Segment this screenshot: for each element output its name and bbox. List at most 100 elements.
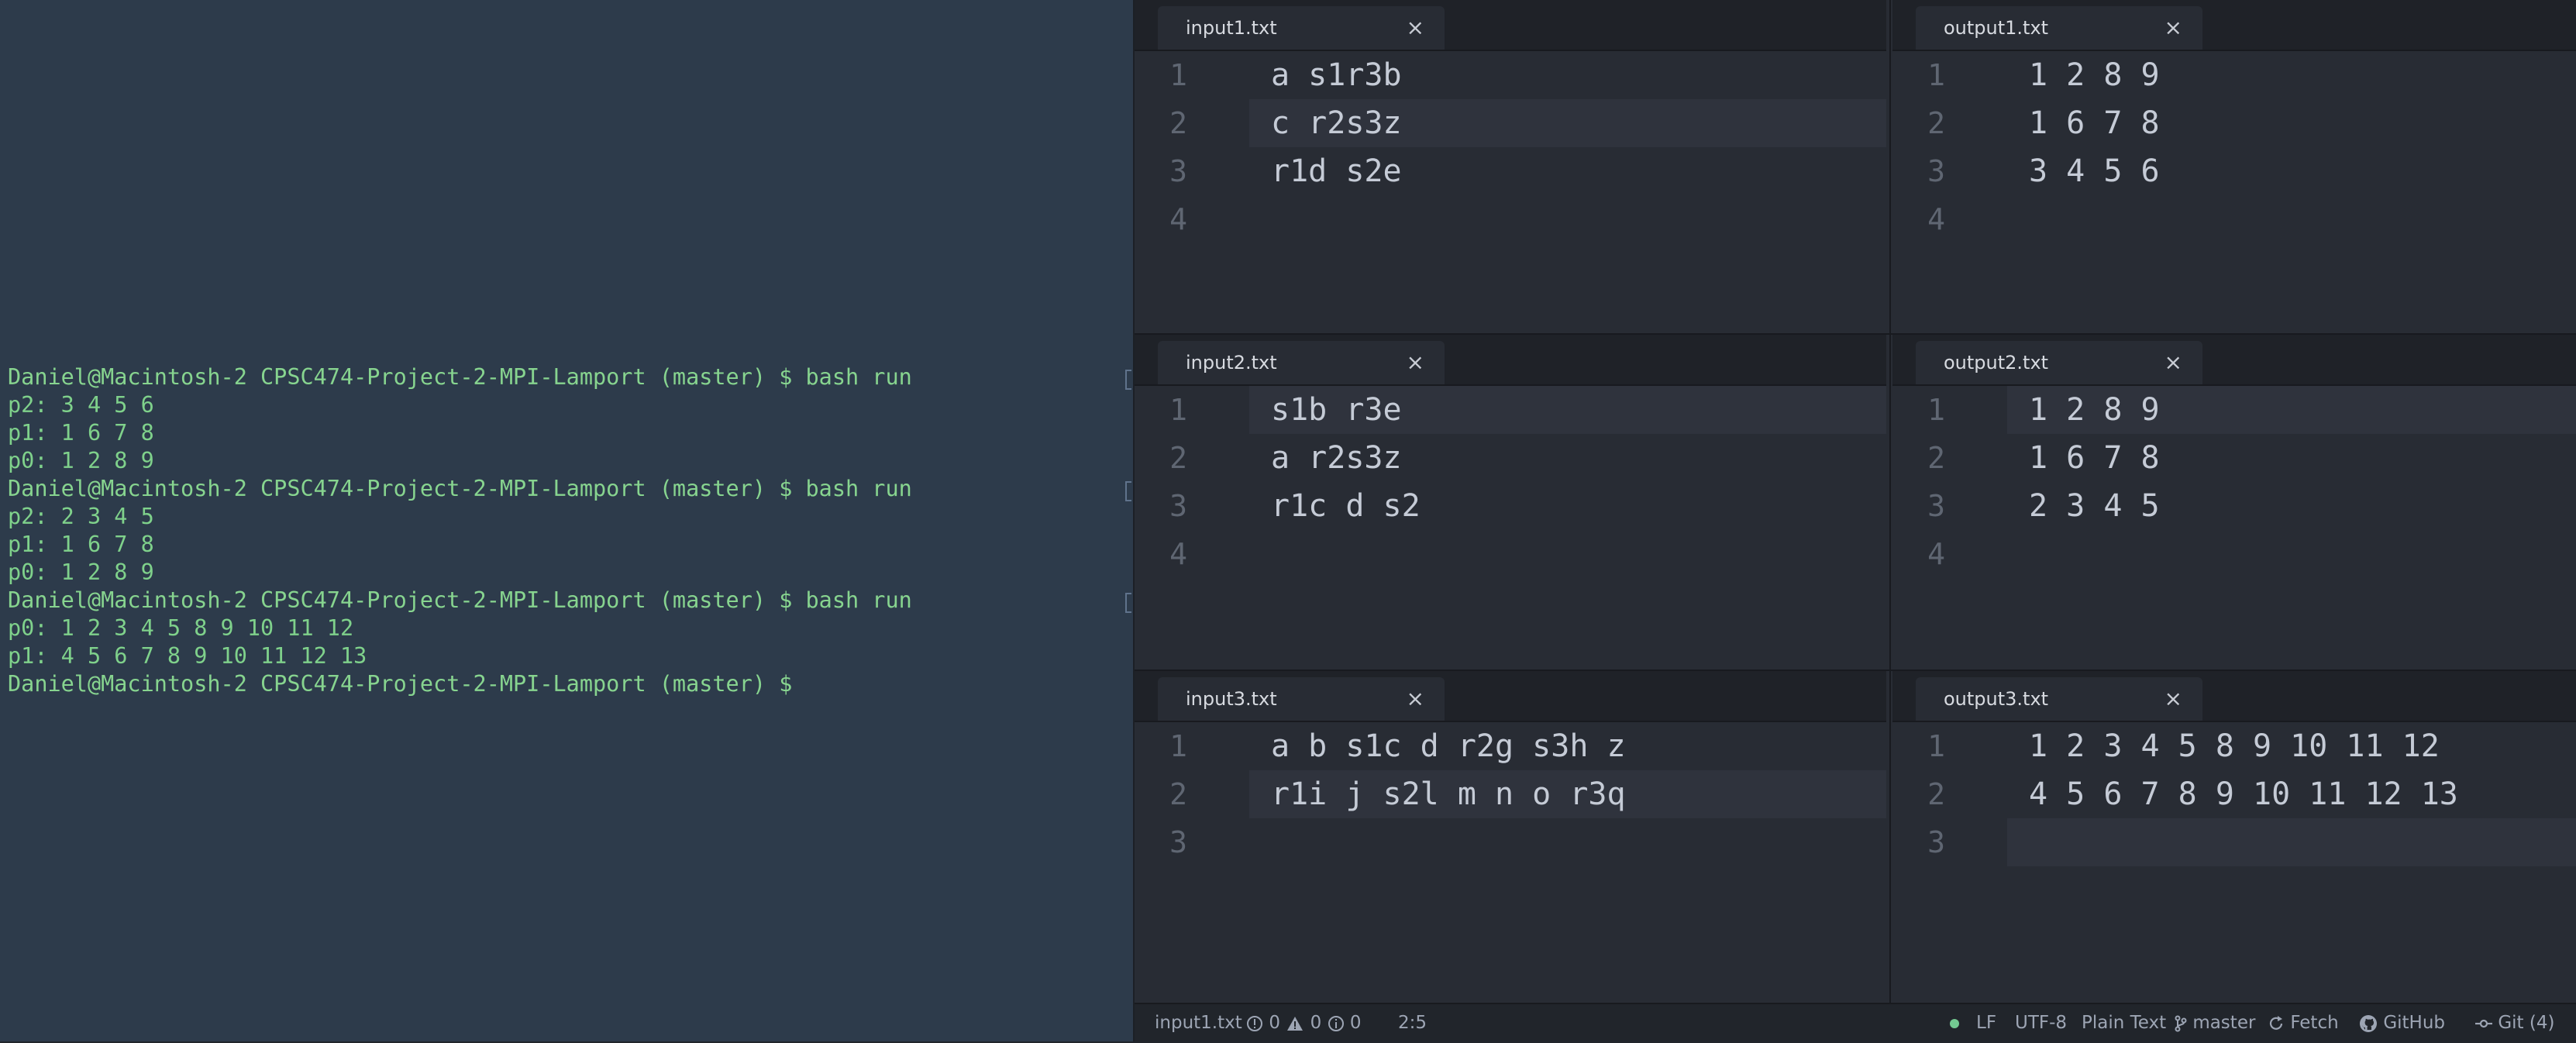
close-icon[interactable]: × xyxy=(1407,6,1424,50)
close-icon[interactable]: × xyxy=(1407,341,1424,384)
code-line[interactable]: 3 4 5 6 xyxy=(2007,147,2576,195)
code-line[interactable] xyxy=(1249,818,1886,866)
close-icon[interactable]: × xyxy=(2164,677,2182,721)
code-line[interactable]: a r2s3z xyxy=(1249,434,1886,482)
code-line[interactable]: a b s1c d r2g s3h z xyxy=(1249,722,1886,770)
tab-input2[interactable]: input2.txt × xyxy=(1158,341,1445,384)
sync-icon xyxy=(2269,1015,2283,1030)
line-number: 2 xyxy=(1169,777,1187,811)
tab-output3[interactable]: output3.txt × xyxy=(1916,677,2202,721)
tab-input1[interactable]: input1.txt × xyxy=(1158,6,1445,50)
code-line[interactable] xyxy=(1249,530,1886,578)
code-line[interactable] xyxy=(1249,195,1886,243)
terminal-line: p0: 1 2 8 9 xyxy=(8,448,154,473)
terminal-line: Daniel@Macintosh-2 CPSC474-Project-2-MPI… xyxy=(8,587,912,613)
code-line[interactable]: 2 3 4 5 xyxy=(2007,482,2576,530)
github-button[interactable]: GitHub xyxy=(2359,1004,2445,1041)
code-text: s1b r3e xyxy=(1271,392,1402,428)
tab-title: input1.txt xyxy=(1186,17,1277,39)
code-text: 1 2 8 9 xyxy=(2029,57,2160,93)
code-area[interactable]: s1b r3e a r2s3z r1c d s2 xyxy=(1249,386,1886,578)
close-icon[interactable]: × xyxy=(2164,341,2182,384)
github-icon xyxy=(2360,1014,2377,1032)
tab-output1[interactable]: output1.txt × xyxy=(1916,6,2202,50)
editor-pane-output2[interactable]: output2.txt × 1 2 3 4 1 2 8 9 1 6 7 8 2 … xyxy=(1892,335,2576,670)
editor-pane-input2[interactable]: input2.txt × 1 2 3 4 s1b r3e a r2s3z r1c… xyxy=(1135,335,1886,670)
code-line[interactable]: r1c d s2 xyxy=(1249,482,1886,530)
encoding-selector[interactable]: UTF-8 xyxy=(2015,1004,2067,1041)
code-line[interactable] xyxy=(2007,530,2576,578)
tab-bar: output2.txt × xyxy=(1892,335,2576,386)
line-number: 2 xyxy=(1169,106,1187,140)
code-line-current[interactable]: s1b r3e xyxy=(1249,386,1886,434)
warning-count: 0 xyxy=(1310,1013,1322,1033)
code-line-current[interactable] xyxy=(2007,818,2576,866)
code-line[interactable]: 4 5 6 7 8 9 10 11 12 13 xyxy=(2007,770,2576,818)
line-number: 4 xyxy=(1927,202,1945,236)
branch-name: master xyxy=(2192,1013,2256,1033)
terminal-line: p2: 2 3 4 5 xyxy=(8,504,154,529)
code-text: c r2s3z xyxy=(1271,105,1402,141)
code-text: a r2s3z xyxy=(1271,440,1402,476)
editor-pane-output1[interactable]: output1.txt × 1 2 3 4 1 2 8 9 1 6 7 8 3 … xyxy=(1892,0,2576,335)
editor-pane-output3[interactable]: output3.txt × 1 2 3 1 2 3 4 5 8 9 10 11 … xyxy=(1892,671,2576,1003)
code-text: 1 6 7 8 xyxy=(2029,105,2160,141)
editor-pane-input1[interactable]: input1.txt × 1 2 3 4 a s1r3b c r2s3z r1d… xyxy=(1135,0,1886,335)
code-line[interactable]: 1 6 7 8 xyxy=(2007,99,2576,147)
code-line-current[interactable]: c r2s3z xyxy=(1249,99,1886,147)
command-mark-icon xyxy=(1125,593,1131,613)
code-line[interactable]: 1 6 7 8 xyxy=(2007,434,2576,482)
code-text: 1 2 8 9 xyxy=(2029,392,2160,428)
line-number: 2 xyxy=(1169,441,1187,475)
code-line[interactable]: 1 2 3 4 5 8 9 10 11 12 xyxy=(2007,722,2576,770)
code-line[interactable]: r1d s2e xyxy=(1249,147,1886,195)
terminal-line: p1: 1 6 7 8 xyxy=(8,420,154,446)
tab-title: output3.txt xyxy=(1944,688,2049,710)
tab-output2[interactable]: output2.txt × xyxy=(1916,341,2202,384)
line-number: 1 xyxy=(1169,729,1187,763)
line-gutter: 1 2 3 4 xyxy=(1135,51,1228,243)
command-mark-icon xyxy=(1125,370,1131,390)
terminal-prompt-line[interactable]: Daniel@Macintosh-2 CPSC474-Project-2-MPI… xyxy=(0,670,1133,698)
line-ending-selector[interactable]: LF xyxy=(1976,1004,1996,1041)
code-line[interactable] xyxy=(2007,195,2576,243)
warning-icon xyxy=(1287,1016,1303,1031)
code-text: a b s1c d r2g s3h z xyxy=(1271,728,1626,764)
editor-window: input1.txt × 1 2 3 4 a s1r3b c r2s3z r1d… xyxy=(1135,0,2576,1003)
code-line-current[interactable]: r1i j s2l m n o r3q xyxy=(1249,770,1886,818)
line-number: 4 xyxy=(1169,202,1187,236)
terminal-line: p2: 3 4 5 6 xyxy=(8,392,154,418)
tab-input3[interactable]: input3.txt × xyxy=(1158,677,1445,721)
code-area[interactable]: 1 2 8 9 1 6 7 8 2 3 4 5 xyxy=(2007,386,2576,578)
git-panel-button[interactable]: Git (4) xyxy=(2475,1004,2554,1041)
pane-divider-vertical[interactable] xyxy=(1889,0,1891,1003)
branch-icon xyxy=(2175,1015,2187,1031)
fetch-button[interactable]: Fetch xyxy=(2268,1004,2339,1041)
error-icon xyxy=(1247,1015,1262,1031)
tab-bar: input2.txt × xyxy=(1135,335,1886,386)
editor-pane-input3[interactable]: input3.txt × 1 2 3 a b s1c d r2g s3h z r… xyxy=(1135,671,1886,1003)
code-area[interactable]: 1 2 8 9 1 6 7 8 3 4 5 6 xyxy=(2007,51,2576,243)
terminal-line: Daniel@Macintosh-2 CPSC474-Project-2-MPI… xyxy=(8,476,912,501)
branch-selector[interactable]: master xyxy=(2175,1004,2255,1041)
code-area[interactable]: 1 2 3 4 5 8 9 10 11 12 4 5 6 7 8 9 10 11… xyxy=(2007,722,2576,866)
code-line[interactable]: a s1r3b xyxy=(1249,51,1886,99)
close-icon[interactable]: × xyxy=(2164,6,2182,50)
pane-divider[interactable] xyxy=(1135,333,2576,335)
pane-divider[interactable] xyxy=(1135,670,2576,671)
code-line[interactable]: 1 2 8 9 xyxy=(2007,51,2576,99)
status-file-name[interactable]: input1.txt xyxy=(1155,1004,1242,1041)
code-line-current[interactable]: 1 2 8 9 xyxy=(2007,386,2576,434)
code-text: 1 6 7 8 xyxy=(2029,440,2160,476)
terminal-window[interactable]: Daniel@Macintosh-2 CPSC474-Project-2-MPI… xyxy=(0,0,1135,1041)
cursor-position[interactable]: 2:5 xyxy=(1398,1004,1427,1041)
code-area[interactable]: a b s1c d r2g s3h z r1i j s2l m n o r3q xyxy=(1249,722,1886,866)
grammar-selector[interactable]: Plain Text xyxy=(2082,1004,2166,1041)
close-icon[interactable]: × xyxy=(1407,677,1424,721)
code-area[interactable]: a s1r3b c r2s3z r1d s2e xyxy=(1249,51,1886,243)
diagnostics[interactable]: 0 0 0 xyxy=(1246,1004,1361,1041)
info-count: 0 xyxy=(1349,1013,1362,1033)
